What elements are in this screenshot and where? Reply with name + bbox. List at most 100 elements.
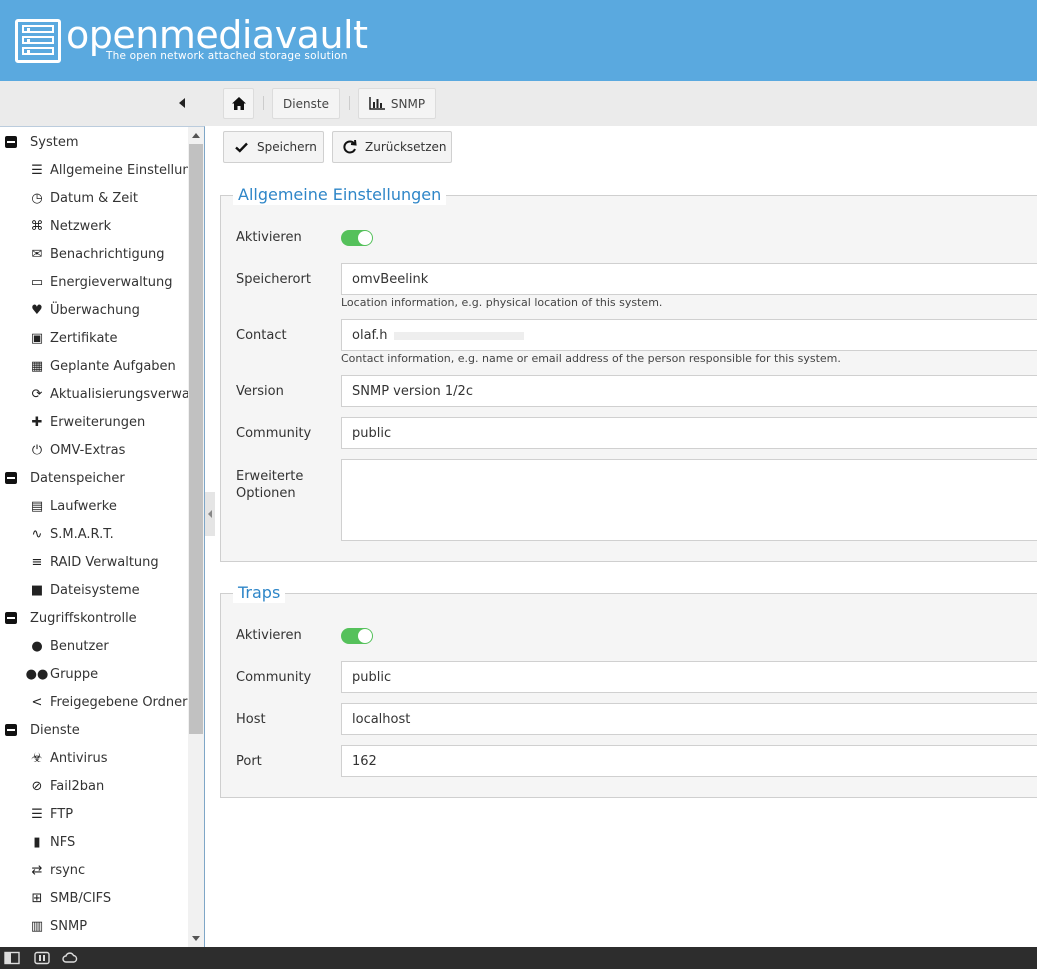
- sidebar-splitter[interactable]: [205, 126, 215, 947]
- sidebar-item-aktualisierungsverwaltung[interactable]: ⟳ Aktualisierungsverwaltung: [0, 380, 188, 408]
- location-input[interactable]: omvBeelink: [341, 263, 1037, 295]
- sidebar-item-geplante-aufgaben[interactable]: ▦ Geplante Aufgaben: [0, 352, 188, 380]
- sidebar-group-zugriffskontrolle[interactable]: Zugriffskontrolle: [0, 604, 188, 632]
- sidebar-item-s-m-a-r-t[interactable]: ∿ S.M.A.R.T.: [0, 520, 188, 548]
- reset-button[interactable]: Zurücksetzen: [332, 131, 452, 163]
- breadcrumb-bar: Dienste SNMP: [0, 81, 1037, 126]
- sidebar-item-rsync[interactable]: ⇄ rsync: [0, 856, 188, 884]
- sidebar-layout-icon[interactable]: [4, 951, 20, 965]
- folders-icon: ■: [30, 582, 44, 598]
- sidebar-item-netzwerk[interactable]: ⌘ Netzwerk: [0, 212, 188, 240]
- sidebar-item-label: SNMP: [50, 918, 88, 934]
- sidebar-item-omv-extras[interactable]: ⏻ OMV-Extras: [0, 436, 188, 464]
- breadcrumb-item-snmp[interactable]: SNMP: [358, 88, 436, 119]
- scroll-down-arrow-icon[interactable]: [192, 936, 200, 941]
- breadcrumb-home[interactable]: [223, 88, 254, 119]
- traps-enable-toggle[interactable]: [341, 628, 373, 644]
- collapse-sidebar-icon[interactable]: [175, 95, 189, 111]
- collapse-minus-icon[interactable]: [5, 724, 17, 736]
- traps-fieldset: Traps Aktivieren Community public Host l…: [220, 583, 1037, 798]
- sidebar-item-label: Datum & Zeit: [50, 190, 138, 206]
- sidebar-item-zertifikate[interactable]: ▣ Zertifikate: [0, 324, 188, 352]
- sidebar-item-label: Benutzer: [50, 638, 109, 654]
- sidebar-item-smb-cifs[interactable]: ⊞ SMB/CIFS: [0, 884, 188, 912]
- sidebar-item-nfs[interactable]: ▮ NFS: [0, 828, 188, 856]
- ban-icon: ⊘: [31, 778, 43, 794]
- sidebar-item-raid-verwaltung[interactable]: ≡ RAID Verwaltung: [0, 548, 188, 576]
- sliders-icon: ☰: [31, 162, 43, 178]
- sidebar-item-benachrichtigung[interactable]: ✉ Benachrichtigung: [0, 240, 188, 268]
- sidebar-item-laufwerke[interactable]: ▤ Laufwerke: [0, 492, 188, 520]
- sidebar-item-freigegebene-ordner[interactable]: < Freigegebene Ordner: [0, 688, 188, 716]
- location-help-text: Location information, e.g. physical loca…: [341, 296, 663, 309]
- home-icon: [231, 97, 246, 110]
- pulse-icon: ∿: [31, 526, 43, 542]
- sidebar-item-label: Benachrichtigung: [50, 246, 165, 262]
- collapse-minus-icon[interactable]: [5, 136, 17, 148]
- breadcrumb-item-dienste[interactable]: Dienste: [272, 88, 340, 119]
- bottom-bar: [0, 947, 1037, 969]
- sidebar-item-label: Dienste: [30, 722, 80, 738]
- user-icon: ●: [31, 638, 43, 654]
- traps-legend: Traps: [233, 583, 286, 603]
- sidebar-item-label: Geplante Aufgaben: [50, 358, 176, 374]
- sidebar-item-label: Zugriffskontrolle: [30, 610, 137, 626]
- breadcrumb-label: SNMP: [390, 96, 426, 111]
- scroll-up-arrow-icon[interactable]: [192, 133, 200, 138]
- breadcrumb-separator: [263, 96, 264, 110]
- traps-community-input[interactable]: public: [341, 661, 1037, 693]
- sidebar-item-erweiterungen[interactable]: ✚ Erweiterungen: [0, 408, 188, 436]
- sidebar-item-label: Antivirus: [50, 750, 108, 766]
- version-select[interactable]: SNMP version 1/2c: [341, 375, 1037, 407]
- sidebar-item-energieverwaltung[interactable]: ▭ Energieverwaltung: [0, 268, 188, 296]
- sidebar-item-gruppe[interactable]: ●● Gruppe: [0, 660, 188, 688]
- sidebar-item-label: Freigegebene Ordner: [50, 694, 188, 710]
- calendar-clock-icon: ▦: [30, 358, 44, 374]
- sidebar: System ☰ Allgemeine Einstellungen ◷ Datum & …: [0, 126, 205, 947]
- sidebar-item-benutzer[interactable]: ● Benutzer: [0, 632, 188, 660]
- sidebar-item-label: Aktualisierungsverwaltung: [50, 386, 188, 402]
- sidebar-item-fail2ban[interactable]: ⊘ Fail2ban: [0, 772, 188, 800]
- sidebar-item-label: Zertifikate: [50, 330, 118, 346]
- community-input[interactable]: public: [341, 417, 1037, 449]
- contact-value: olaf.h: [352, 328, 388, 343]
- sidebar-item-label: RAID Verwaltung: [50, 554, 159, 570]
- splitter-handle[interactable]: [205, 492, 215, 536]
- cloud-icon[interactable]: [62, 951, 78, 965]
- save-label: Speichern: [257, 140, 317, 154]
- collapse-minus-icon[interactable]: [5, 472, 17, 484]
- general-enable-label: Aktivieren: [236, 230, 302, 245]
- contact-help-text: Contact information, e.g. name or email …: [341, 352, 841, 365]
- sidebar-group-dienste[interactable]: Dienste: [0, 716, 188, 744]
- sidebar-item-überwachung[interactable]: ♥ Überwachung: [0, 296, 188, 324]
- traps-host-input[interactable]: localhost: [341, 703, 1037, 735]
- location-label: Speicherort: [236, 272, 311, 287]
- sidebar-item-antivirus[interactable]: ☣ Antivirus: [0, 744, 188, 772]
- general-enable-toggle[interactable]: [341, 230, 373, 246]
- columns-layout-icon[interactable]: [34, 951, 50, 965]
- network-icon: ⌘: [30, 218, 44, 234]
- sidebar-item-dateisysteme[interactable]: ■ Dateisysteme: [0, 576, 188, 604]
- save-button[interactable]: Speichern: [223, 131, 324, 163]
- sidebar-item-allgemeine-einstellungen[interactable]: ☰ Allgemeine Einstellungen: [0, 156, 188, 184]
- contact-input[interactable]: olaf.h: [341, 319, 1037, 351]
- sidebar-scrollbar[interactable]: [188, 127, 204, 947]
- traps-port-input[interactable]: 162: [341, 745, 1037, 777]
- scroll-thumb[interactable]: [189, 144, 203, 734]
- sidebar-item-ftp[interactable]: ☰ FTP: [0, 800, 188, 828]
- traps-port-label: Port: [236, 754, 262, 769]
- sidebar-item-snmp[interactable]: ▥ SNMP: [0, 912, 188, 940]
- traps-enable-label: Aktivieren: [236, 628, 302, 643]
- sidebar-group-system[interactable]: System: [0, 128, 188, 156]
- collapse-minus-icon[interactable]: [5, 612, 17, 624]
- sidebar-item-label: System: [30, 134, 79, 150]
- sidebar-item-label: rsync: [50, 862, 86, 878]
- sidebar-item-label: Dateisysteme: [50, 582, 140, 598]
- battery-icon: ▭: [30, 274, 44, 290]
- reset-label: Zurücksetzen: [365, 140, 447, 154]
- extra-options-textarea[interactable]: [341, 459, 1037, 541]
- sidebar-item-label: NFS: [50, 834, 76, 850]
- sidebar-group-datenspeicher[interactable]: Datenspeicher: [0, 464, 188, 492]
- sidebar-item-datum-zeit[interactable]: ◷ Datum & Zeit: [0, 184, 188, 212]
- sidebar-item-label: Datenspeicher: [30, 470, 125, 486]
